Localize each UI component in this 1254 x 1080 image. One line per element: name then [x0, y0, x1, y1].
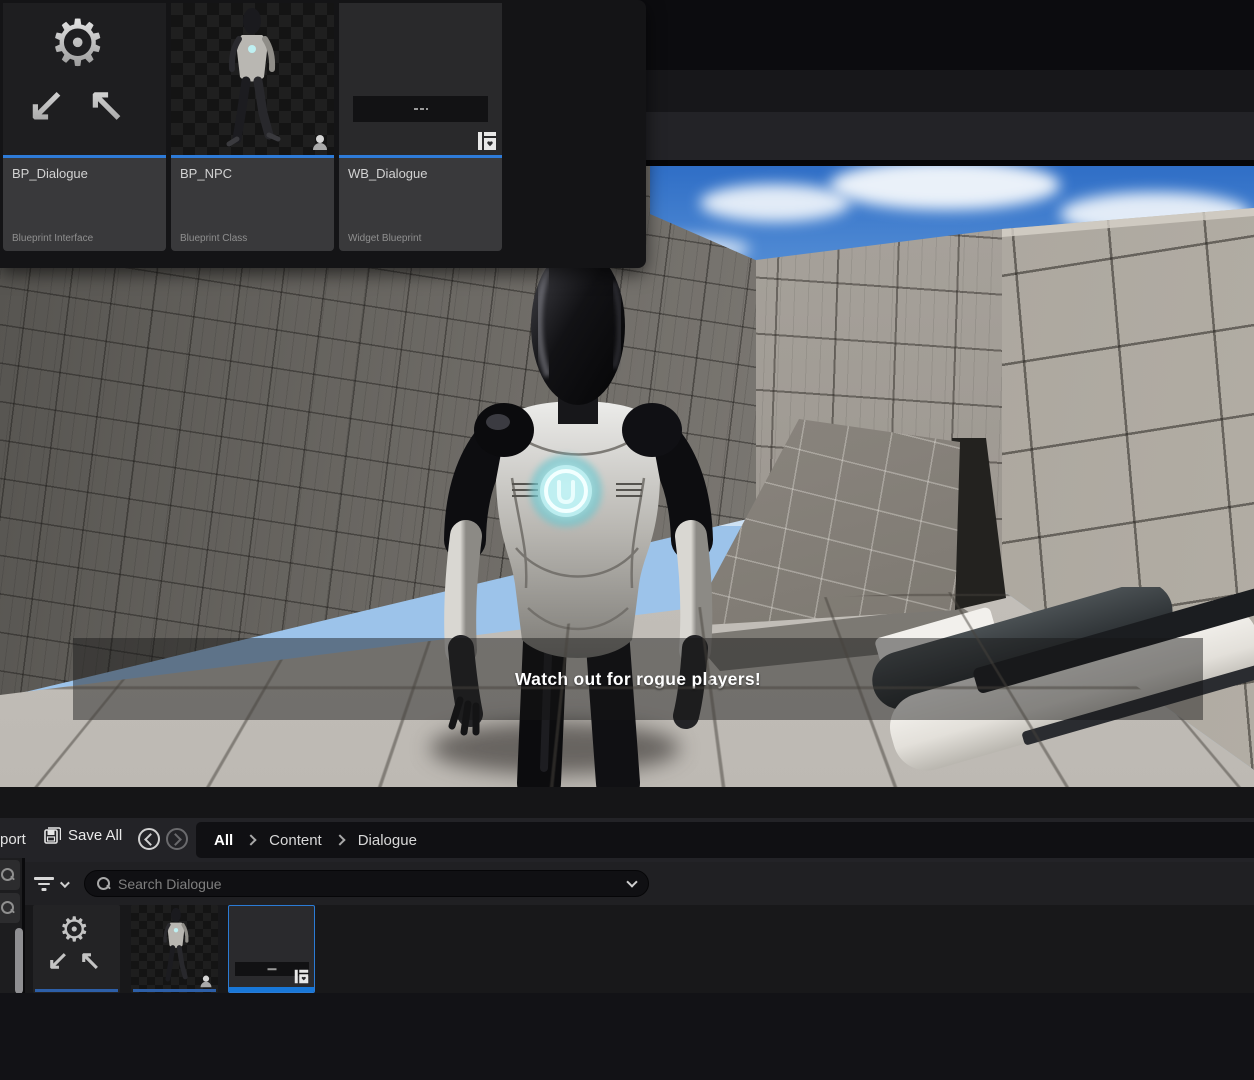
widget-preview-bar: [353, 96, 488, 122]
search-icon: [1, 901, 14, 914]
navigate-back-button[interactable]: [138, 828, 160, 850]
navigate-forward-button[interactable]: [166, 828, 188, 850]
filter-icon: [34, 877, 54, 891]
search-dropdown-chevron-icon[interactable]: [626, 876, 637, 887]
asset-tile-bp-dialogue[interactable]: ⚙ ↙ ↖ BP_Dialogue Blueprint Interface: [3, 3, 166, 251]
arrow-southwest-icon: ↙: [47, 945, 69, 976]
asset-name: BP_NPC: [180, 166, 232, 181]
forward-arrow-icon: [169, 833, 182, 846]
dialogue-subtitle-text: Watch out for rogue players!: [515, 669, 761, 690]
mannequin-preview: [217, 7, 287, 153]
asset-picker-popup: ⚙ ↙ ↖ BP_Dialogue Blueprint Interface: [0, 0, 646, 268]
clipped-panel-button[interactable]: [0, 893, 20, 923]
mannequin-preview: [157, 907, 195, 987]
blueprint-class-thumbnail: [171, 3, 334, 155]
widget-blueprint-icon: [294, 969, 309, 984]
breadcrumb: All Content Dialogue: [196, 822, 1254, 858]
asset-thumbnail-wb-dialogue-selected[interactable]: [228, 905, 315, 993]
widget-preview-text-placeholder: [268, 968, 277, 970]
asset-thumbnail-bp-npc[interactable]: [131, 905, 218, 993]
person-icon: [311, 133, 329, 151]
blueprint-interface-icon: ⚙ ↙ ↖: [3, 3, 166, 155]
chevron-down-icon: [60, 878, 70, 888]
import-button-partial[interactable]: port: [0, 831, 26, 848]
back-arrow-icon: [144, 833, 157, 846]
save-icon: [44, 827, 61, 844]
search-bar: [84, 870, 649, 897]
gear-icon: ⚙: [49, 11, 106, 75]
asset-tile-label-area: BP_Dialogue Blueprint Interface: [3, 158, 166, 251]
asset-tile-label-area: BP_NPC Blueprint Class: [171, 158, 334, 251]
breadcrumb-chevron-icon: [246, 834, 257, 845]
content-browser-empty-area: [0, 993, 1254, 1080]
asset-name: BP_Dialogue: [12, 166, 88, 181]
arrow-southwest-icon: ↙: [27, 77, 66, 131]
widget-blueprint-icon: [477, 131, 497, 151]
search-icon: [97, 877, 110, 890]
cloud: [700, 184, 850, 222]
content-browser-search-row: [0, 862, 1254, 905]
content-browser-toolbar: port Save All All Content Dialogue: [0, 818, 1254, 862]
save-all-label: Save All: [68, 827, 122, 844]
breadcrumb-dialogue[interactable]: Dialogue: [358, 832, 417, 849]
breadcrumb-all[interactable]: All: [214, 832, 233, 849]
arrow-northwest-icon: ↖: [87, 77, 126, 131]
unreal-editor-window: Watch out for rogue players! ⚙ ↙ ↖ BP_Di…: [0, 0, 1254, 1080]
vertical-scrollbar[interactable]: [15, 928, 23, 994]
asset-type: Widget Blueprint: [348, 233, 421, 244]
search-icon: [1, 868, 14, 881]
clipped-panel-button[interactable]: [0, 860, 20, 890]
asset-type-color-bar: [35, 989, 118, 992]
save-all-button[interactable]: Save All: [44, 827, 122, 844]
filters-button[interactable]: [34, 872, 78, 896]
asset-type: Blueprint Class: [180, 233, 247, 244]
asset-tile-bp-npc[interactable]: BP_NPC Blueprint Class: [171, 3, 334, 251]
blueprint-interface-thumbnail: ⚙ ↙ ↖: [3, 3, 166, 155]
gear-icon: ⚙: [59, 913, 89, 947]
content-browser-separator: [0, 787, 1254, 818]
asset-type: Blueprint Interface: [12, 233, 93, 244]
asset-type-color-bar: [229, 987, 315, 992]
asset-thumbnail-bp-dialogue[interactable]: ⚙ ↙ ↖: [33, 905, 120, 993]
widget-preview-text-placeholder: [414, 108, 428, 110]
content-browser-asset-grid: ⚙ ↙ ↖: [0, 905, 1254, 993]
asset-name: WB_Dialogue: [348, 166, 428, 181]
breadcrumb-chevron-icon: [334, 834, 345, 845]
sources-panel-edge: [0, 858, 25, 993]
arrow-northwest-icon: ↖: [79, 945, 101, 976]
dialogue-subtitle-band: Watch out for rogue players!: [73, 638, 1203, 720]
asset-tile-label-area: WB_Dialogue Widget Blueprint: [339, 158, 502, 251]
breadcrumb-content[interactable]: Content: [269, 832, 322, 849]
asset-type-color-bar: [133, 989, 216, 992]
widget-blueprint-thumbnail: [339, 3, 502, 155]
search-input[interactable]: [118, 876, 620, 892]
asset-tile-wb-dialogue[interactable]: WB_Dialogue Widget Blueprint: [339, 3, 502, 251]
person-icon: [199, 974, 213, 988]
